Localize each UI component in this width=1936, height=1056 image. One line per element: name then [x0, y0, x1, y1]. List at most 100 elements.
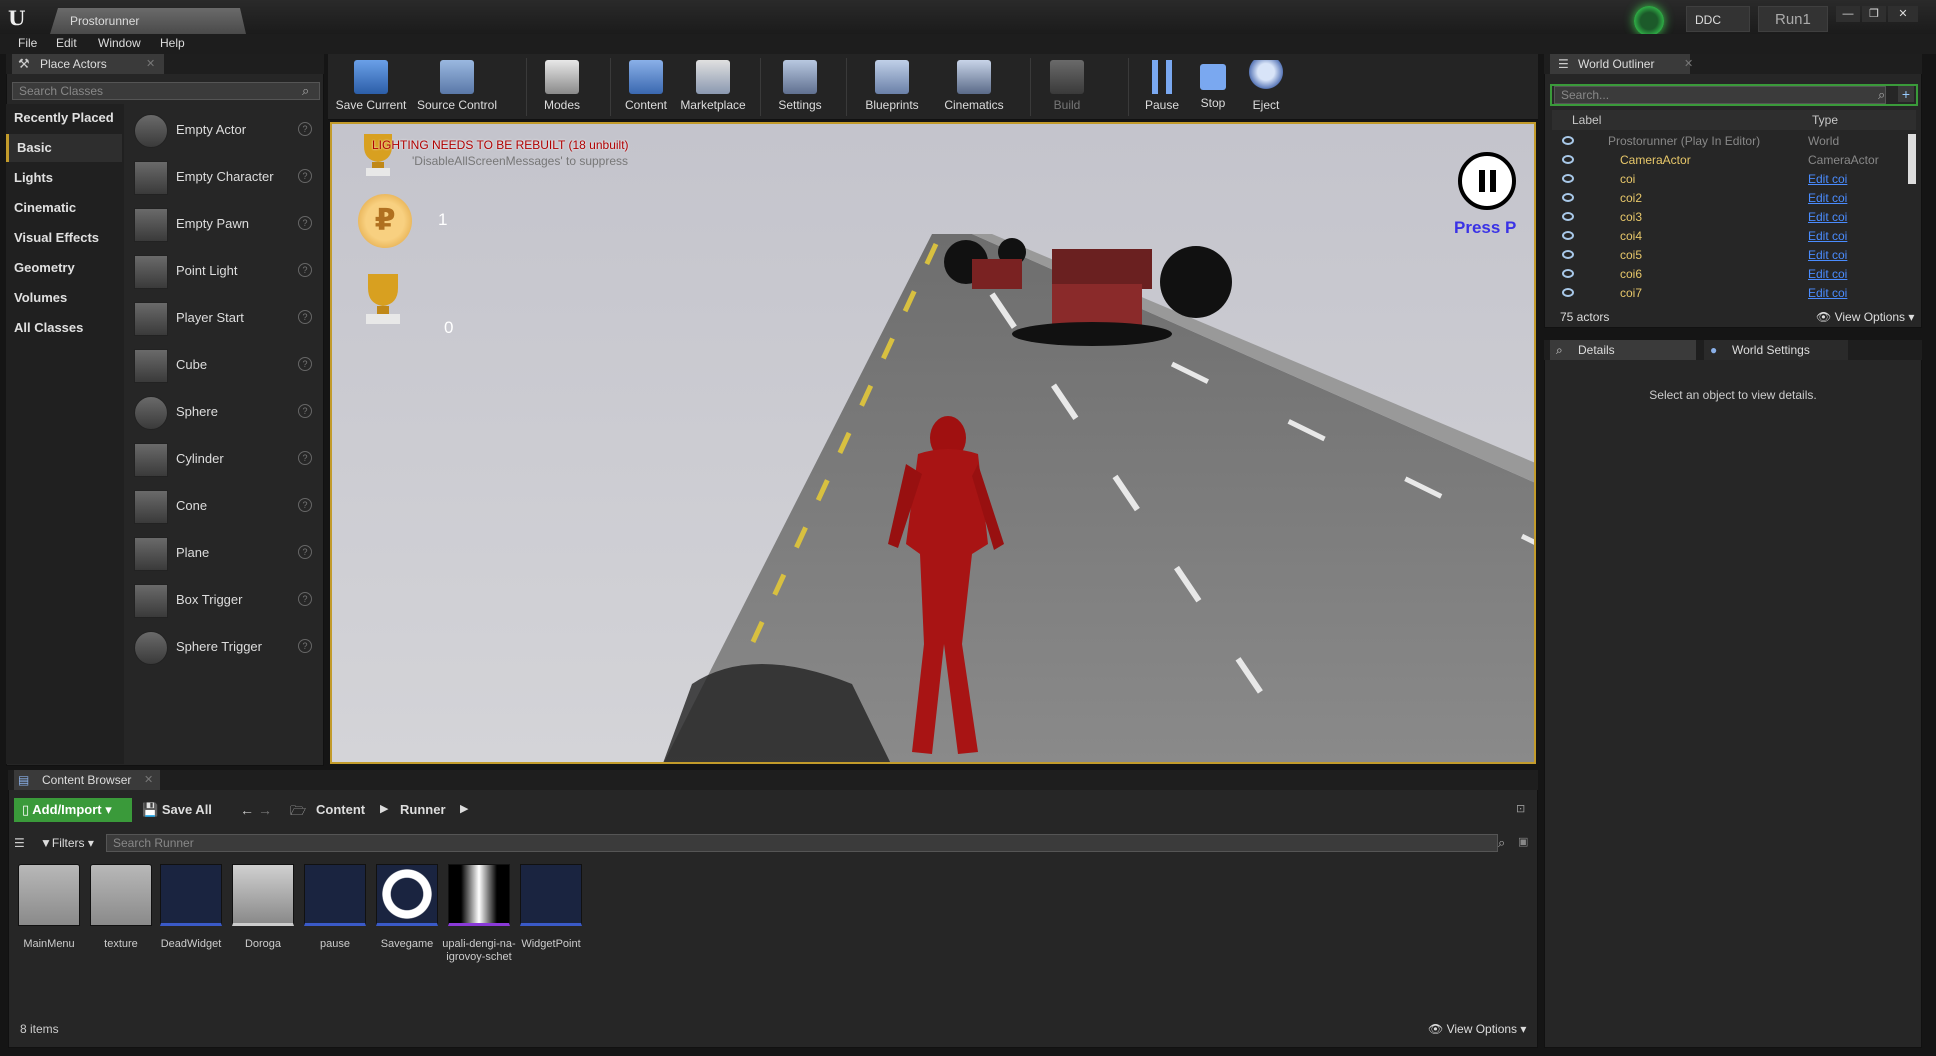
- menu-help[interactable]: Help: [160, 36, 185, 50]
- minimize-button[interactable]: —: [1836, 6, 1860, 22]
- world-outliner-tab[interactable]: World Outliner: [1550, 54, 1690, 74]
- visibility-icon[interactable]: [1562, 193, 1574, 202]
- help-icon[interactable]: ?: [298, 169, 312, 183]
- column-type[interactable]: Type: [1812, 113, 1838, 127]
- category-geometry[interactable]: Geometry: [6, 254, 122, 282]
- outliner-row-actor[interactable]: coi4 Edit coi: [1552, 227, 1912, 246]
- details-tab[interactable]: Details: [1550, 340, 1696, 360]
- lock-icon[interactable]: ⊡: [1516, 802, 1525, 815]
- actor-item-empty-pawn[interactable]: Empty Pawn?: [128, 202, 318, 246]
- outliner-row-world[interactable]: Prostorunner (Play In Editor) World: [1552, 132, 1912, 151]
- build-button[interactable]: Build: [1034, 58, 1100, 118]
- blueprints-button[interactable]: Blueprints: [858, 58, 926, 118]
- outliner-view-options[interactable]: 👁 View Options ▾: [1816, 310, 1914, 324]
- actor-item-cone[interactable]: Cone?: [128, 484, 318, 528]
- visibility-icon[interactable]: [1562, 231, 1574, 240]
- actor-item-sphere[interactable]: Sphere?: [128, 390, 318, 434]
- actor-item-box-trigger[interactable]: Box Trigger?: [128, 578, 318, 622]
- content-button[interactable]: Content: [614, 58, 678, 118]
- help-icon[interactable]: ?: [298, 263, 312, 277]
- outliner-row-actor[interactable]: coi6 Edit coi: [1552, 265, 1912, 284]
- save-current-button[interactable]: Save Current: [334, 58, 408, 118]
- breadcrumb-runner[interactable]: Runner: [400, 802, 446, 817]
- close-tab-icon[interactable]: ✕: [1684, 57, 1693, 70]
- folder-icon[interactable]: [18, 864, 80, 926]
- outliner-row-actor[interactable]: coi3 Edit coi: [1552, 208, 1912, 227]
- savegame-icon[interactable]: [376, 864, 438, 926]
- marketplace-button[interactable]: Marketplace: [676, 58, 750, 118]
- help-icon[interactable]: ?: [298, 357, 312, 371]
- actor-item-point-light[interactable]: Point Light?: [128, 249, 318, 293]
- vr-preview-icon[interactable]: [1634, 6, 1664, 36]
- close-window-button[interactable]: ✕: [1888, 6, 1918, 22]
- outliner-row-camera[interactable]: CameraActor CameraActor: [1552, 151, 1912, 170]
- sound-wave-icon[interactable]: [448, 864, 510, 926]
- visibility-icon[interactable]: [1562, 174, 1574, 183]
- cinematics-button[interactable]: Cinematics: [938, 58, 1010, 118]
- actor-item-empty-actor[interactable]: Empty Actor?: [128, 108, 318, 152]
- help-icon[interactable]: ?: [298, 310, 312, 324]
- help-icon[interactable]: ?: [298, 592, 312, 606]
- eject-button[interactable]: Eject: [1242, 58, 1290, 118]
- folder-icon[interactable]: [90, 864, 152, 926]
- add-folder-icon[interactable]: +: [1898, 86, 1914, 102]
- help-icon[interactable]: ?: [298, 216, 312, 230]
- outliner-search-input[interactable]: Search...: [1554, 86, 1886, 104]
- breadcrumb-arrow-icon[interactable]: ▶: [380, 802, 388, 815]
- actor-item-plane[interactable]: Plane?: [128, 531, 318, 575]
- outliner-row-actor[interactable]: coi2 Edit coi: [1552, 189, 1912, 208]
- visibility-icon[interactable]: [1562, 212, 1574, 221]
- maximize-button[interactable]: ❐: [1862, 6, 1886, 22]
- outliner-scrollbar[interactable]: [1908, 134, 1916, 184]
- actor-item-cube[interactable]: Cube?: [128, 343, 318, 387]
- back-arrow-icon[interactable]: ←: [240, 802, 254, 818]
- help-icon[interactable]: ?: [298, 498, 312, 512]
- category-basic[interactable]: Basic: [6, 134, 122, 162]
- world-settings-tab[interactable]: World Settings: [1704, 340, 1848, 360]
- help-icon[interactable]: ?: [298, 545, 312, 559]
- forward-arrow-icon[interactable]: →: [258, 802, 272, 818]
- menu-window[interactable]: Window: [98, 36, 141, 50]
- close-tab-icon[interactable]: ✕: [146, 57, 155, 70]
- category-cinematic[interactable]: Cinematic: [6, 194, 122, 222]
- help-icon[interactable]: ?: [298, 122, 312, 136]
- column-label[interactable]: Label: [1572, 113, 1601, 127]
- category-lights[interactable]: Lights: [6, 164, 122, 192]
- breadcrumb-content[interactable]: Content: [316, 802, 365, 817]
- content-browser-tab[interactable]: Content Browser: [14, 770, 160, 790]
- sources-toggle-icon[interactable]: ☰: [14, 836, 25, 850]
- save-all-button[interactable]: 💾 Save All: [142, 802, 212, 818]
- game-viewport[interactable]: LIGHTING NEEDS TO BE REBUILT (18 unbuilt…: [330, 122, 1536, 764]
- widget-blueprint-icon[interactable]: [520, 864, 582, 926]
- content-search-input[interactable]: Search Runner: [106, 834, 1498, 852]
- stop-button[interactable]: Stop: [1190, 58, 1236, 118]
- actor-item-sphere-trigger[interactable]: Sphere Trigger?: [128, 625, 318, 669]
- widget-blueprint-icon[interactable]: [304, 864, 366, 926]
- modes-button[interactable]: Modes: [530, 58, 594, 118]
- menu-file[interactable]: File: [18, 36, 37, 50]
- close-tab-icon[interactable]: ✕: [144, 773, 153, 786]
- content-view-options[interactable]: 👁 View Options ▾: [1428, 1022, 1526, 1036]
- pause-game-button[interactable]: [1458, 152, 1516, 210]
- category-all-classes[interactable]: All Classes: [6, 314, 122, 342]
- menu-edit[interactable]: Edit: [56, 36, 77, 50]
- visibility-icon[interactable]: [1562, 155, 1574, 164]
- category-recently-placed[interactable]: Recently Placed: [6, 104, 122, 132]
- document-tab[interactable]: Prostorunner: [50, 8, 246, 34]
- outliner-row-actor[interactable]: coi Edit coi: [1552, 170, 1912, 189]
- source-control-button[interactable]: Source Control: [414, 58, 500, 118]
- add-import-button[interactable]: ▯ Add/Import ▾: [14, 798, 132, 822]
- visibility-icon[interactable]: [1562, 250, 1574, 259]
- visibility-icon[interactable]: [1562, 269, 1574, 278]
- actor-item-empty-character[interactable]: Empty Character?: [128, 155, 318, 199]
- save-search-icon[interactable]: ▣: [1518, 835, 1528, 848]
- ddc-button[interactable]: DDC: [1686, 6, 1750, 32]
- pause-button[interactable]: Pause: [1136, 58, 1188, 118]
- outliner-row-actor[interactable]: coi5 Edit coi: [1552, 246, 1912, 265]
- visibility-icon[interactable]: [1562, 288, 1574, 297]
- settings-button[interactable]: Settings: [768, 58, 832, 118]
- breadcrumb-arrow-icon[interactable]: ▶: [460, 802, 468, 815]
- project-name-button[interactable]: Run1: [1758, 6, 1828, 32]
- material-icon[interactable]: [232, 864, 294, 926]
- category-volumes[interactable]: Volumes: [6, 284, 122, 312]
